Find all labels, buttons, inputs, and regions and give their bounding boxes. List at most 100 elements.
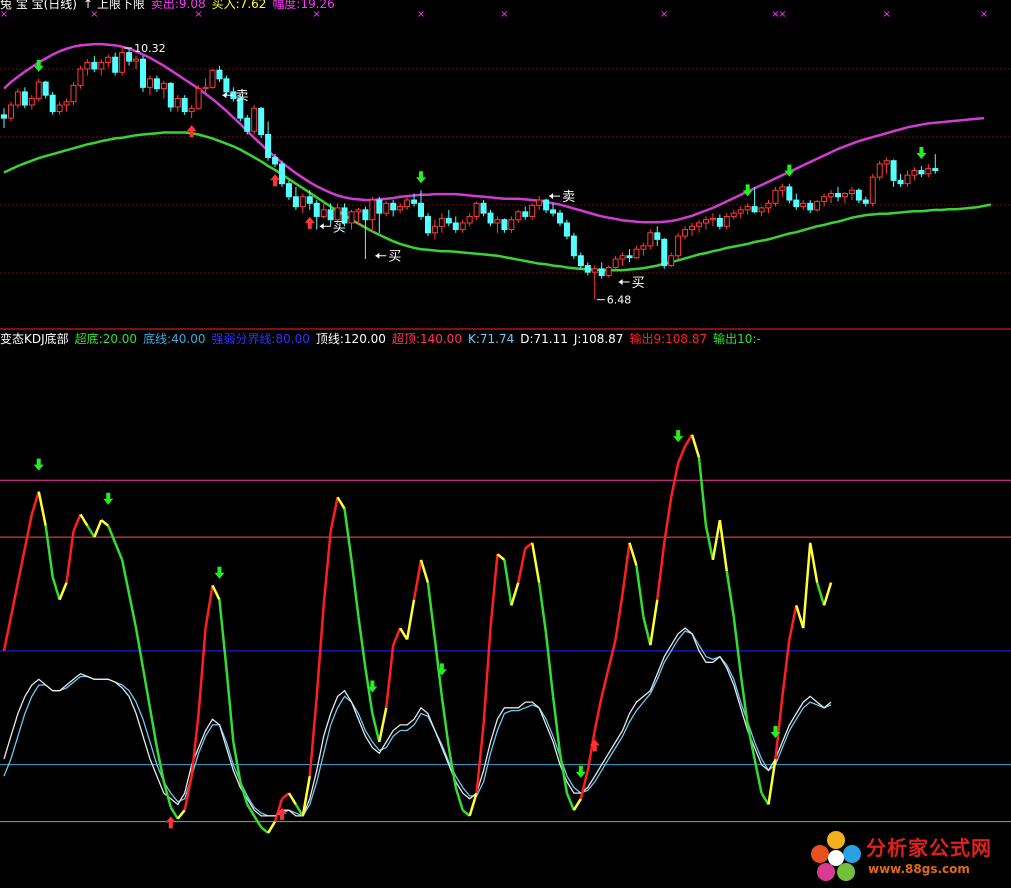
kdj-sell-arrow-icon — [575, 765, 586, 778]
candle-down — [626, 255, 633, 259]
j-line-segment — [392, 627, 402, 646]
candle-down — [272, 156, 279, 165]
candle-up — [119, 52, 126, 73]
candle-up — [14, 91, 21, 106]
j-line-segment — [593, 696, 603, 731]
candle-up — [911, 170, 918, 176]
candle-down — [1, 114, 7, 119]
candle-down — [855, 189, 862, 201]
j-line-segment — [482, 628, 492, 725]
buy-arrow-icon — [270, 174, 281, 187]
candle-up — [696, 222, 702, 227]
j-line-segment — [65, 531, 75, 583]
j-line-segment — [350, 559, 360, 617]
header-field: 变态KDJ底部 — [0, 332, 69, 346]
j-line-segment — [308, 696, 318, 777]
j-line-segment — [697, 457, 708, 526]
header-field: 幅度:19.26 — [272, 0, 335, 11]
kdj-panel-header: 变态KDJ底部 超底:20.00 底线:40.00 强弱分界线:80.00 顶线:120… — [0, 332, 767, 346]
j-line-segment — [267, 820, 277, 834]
candle-up — [848, 189, 855, 194]
candle-up — [682, 229, 689, 237]
signal-leader-head — [549, 193, 554, 200]
kdj-sell-arrow-icon — [103, 492, 114, 505]
buy-arrow-icon — [186, 125, 197, 138]
j-line-segment — [503, 559, 513, 606]
candle-down — [932, 168, 939, 172]
candle-up — [876, 163, 883, 178]
candle-up — [779, 186, 786, 191]
candle-up — [765, 202, 772, 209]
candle-up — [195, 88, 202, 109]
watermark-title: 分析家公式网 — [866, 836, 992, 860]
candle-up — [883, 160, 890, 165]
j-line-segment — [642, 616, 652, 646]
candle-up — [369, 199, 376, 221]
j-line-segment — [197, 628, 207, 714]
candle-down — [563, 222, 570, 237]
candle-up — [689, 225, 696, 231]
candle-down — [793, 199, 800, 208]
j-line-segment — [107, 525, 117, 544]
candle-down — [91, 61, 98, 70]
j-line-segment — [656, 542, 666, 600]
j-line-segment — [419, 559, 430, 583]
lower-band-line — [3, 131, 992, 272]
header-field: 输出9:108.87 — [629, 332, 708, 346]
j-line-segment — [808, 542, 819, 583]
header-field: 超底:20.00 — [74, 332, 138, 346]
j-line-segment — [572, 798, 582, 811]
candle-up — [35, 81, 42, 99]
candle-down — [21, 91, 28, 106]
j-line-segment — [51, 576, 61, 601]
j-line-segment — [496, 553, 506, 561]
candle-up — [800, 202, 807, 208]
candle-up — [466, 215, 473, 224]
candle-down — [835, 192, 841, 198]
candle-down — [424, 215, 431, 234]
candle-up — [63, 101, 70, 106]
candle-down — [362, 209, 369, 221]
candle-down — [584, 265, 591, 273]
buy-signal-label: 买 — [388, 250, 401, 265]
signal-x-mark: × — [882, 9, 890, 20]
j-line-segment — [378, 707, 388, 743]
j-line-segment — [489, 554, 499, 629]
j-line-segment — [399, 627, 409, 641]
header-field: 卖出:9.08 — [150, 0, 206, 11]
candle-up — [397, 206, 404, 211]
header-field: 超顶:140.00 — [391, 332, 462, 346]
candle-down — [258, 107, 265, 136]
candle-up — [508, 219, 515, 231]
candle-up — [536, 199, 543, 206]
j-line-segment — [440, 696, 451, 748]
candle-up — [105, 56, 112, 63]
j-line-segment — [732, 616, 742, 674]
kdj-buy-arrow-icon — [165, 816, 176, 829]
j-line-segment — [176, 809, 186, 820]
candle-down — [487, 212, 494, 224]
j-line-segment — [760, 792, 770, 806]
candle-up — [7, 104, 14, 119]
header-field: 强弱分界线:80.00 — [211, 332, 310, 346]
j-line-segment — [322, 531, 332, 606]
kdj-sell-arrow-icon — [214, 566, 225, 579]
j-line-segment — [385, 645, 395, 708]
candle-down — [390, 202, 397, 211]
sell-signal-label: 卖 — [235, 89, 248, 104]
candle-down — [327, 209, 334, 221]
candle-up — [709, 217, 716, 221]
j-line-segment — [357, 616, 367, 669]
candle-up — [438, 217, 445, 227]
j-line-segment — [79, 513, 89, 527]
j-line-segment — [120, 559, 131, 595]
candle-up — [744, 206, 751, 211]
candle-down — [49, 94, 56, 113]
candle-up — [841, 192, 848, 198]
candle-up — [355, 209, 362, 213]
j-line-segment — [510, 582, 520, 606]
buy-arrow-icon — [304, 216, 315, 229]
buy-signal-label: 买 — [333, 220, 346, 235]
candle-up — [146, 78, 153, 88]
candle-up — [56, 104, 63, 113]
